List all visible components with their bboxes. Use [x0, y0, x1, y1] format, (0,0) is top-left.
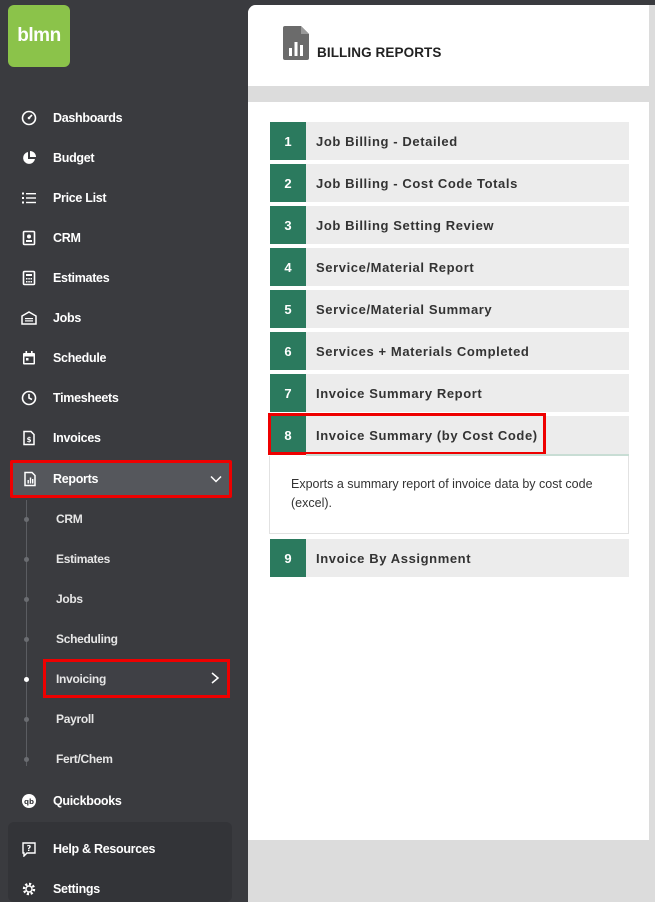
nav-invoices[interactable]: $ Invoices [0, 418, 248, 458]
nav-label: Budget [53, 151, 95, 165]
report-label: Services + Materials Completed [316, 343, 530, 359]
report-number: 1 [270, 122, 306, 160]
contact-card-icon [20, 230, 37, 247]
nav-label: Help & Resources [53, 842, 156, 856]
report-row[interactable]: 6 Services + Materials Completed [270, 332, 629, 370]
nav-label: Jobs [53, 311, 81, 325]
report-label: Invoice Summary Report [316, 385, 483, 401]
report-row[interactable]: 4 Service/Material Report [270, 248, 629, 286]
report-label: Job Billing - Cost Code Totals [316, 175, 518, 191]
nav-help-resources[interactable]: ? Help & Resources [0, 829, 248, 869]
submenu-dot [24, 557, 29, 562]
report-description-panel: Exports a summary report of invoice data… [269, 456, 629, 534]
submenu-label: Fert/Chem [56, 752, 113, 766]
report-number: 3 [270, 206, 306, 244]
report-document-icon [283, 26, 309, 60]
invoice-icon: $ [20, 430, 37, 447]
submenu-jobs[interactable]: Jobs [0, 579, 248, 619]
nav-label: Dashboards [53, 111, 123, 125]
submenu-dot [24, 637, 29, 642]
nav-budget[interactable]: Budget [0, 138, 248, 178]
help-icon: ? [20, 841, 37, 858]
submenu-crm[interactable]: CRM [0, 499, 248, 539]
gear-icon [20, 881, 37, 898]
report-row[interactable]: 2 Job Billing - Cost Code Totals [270, 164, 629, 202]
report-row[interactable]: 9 Invoice By Assignment [270, 539, 629, 577]
report-icon [21, 471, 38, 488]
report-row[interactable]: 7 Invoice Summary Report [270, 374, 629, 412]
nav-reports[interactable]: Reports [10, 460, 232, 498]
report-label: Job Billing - Detailed [316, 133, 458, 149]
submenu-label: CRM [56, 512, 83, 526]
report-number: 8 [270, 416, 306, 454]
submenu-payroll[interactable]: Payroll [0, 699, 248, 739]
app-logo[interactable]: blmn [8, 5, 70, 67]
page-header: BILLING REPORTS [248, 5, 649, 86]
svg-text:qb: qb [23, 798, 33, 806]
nav-quickbooks[interactable]: qb Quickbooks [0, 781, 248, 821]
clock-icon [20, 390, 37, 407]
submenu-label: Scheduling [56, 632, 118, 646]
quickbooks-icon: qb [20, 793, 37, 810]
nav-crm[interactable]: CRM [0, 218, 248, 258]
submenu-dot [24, 757, 29, 762]
submenu-label: Payroll [56, 712, 94, 726]
submenu-label: Estimates [56, 552, 110, 566]
nav-label: Invoices [53, 431, 101, 445]
list-icon [20, 190, 37, 207]
submenu-dot [24, 717, 29, 722]
svg-text:$: $ [26, 436, 31, 444]
report-description: Exports a summary report of invoice data… [291, 477, 593, 510]
report-label: Service/Material Summary [316, 301, 493, 317]
nav-jobs[interactable]: Jobs [0, 298, 248, 338]
nav-label: Price List [53, 191, 107, 205]
nav-estimates[interactable]: Estimates [0, 258, 248, 298]
nav-timesheets[interactable]: Timesheets [0, 378, 248, 418]
nav-settings[interactable]: Settings [0, 869, 248, 902]
report-row[interactable]: 3 Job Billing Setting Review [270, 206, 629, 244]
submenu-estimates[interactable]: Estimates [0, 539, 248, 579]
nav-label: Settings [53, 882, 100, 896]
chevron-down-icon[interactable] [209, 472, 223, 486]
submenu-dot [24, 597, 29, 602]
report-label: Invoice By Assignment [316, 550, 472, 566]
nav-label: Schedule [53, 351, 107, 365]
report-number: 7 [270, 374, 306, 412]
garage-icon [20, 310, 37, 327]
submenu-dot [24, 517, 29, 522]
nav-label: Reports [53, 472, 99, 486]
report-number: 6 [270, 332, 306, 370]
report-row[interactable]: 1 Job Billing - Detailed [270, 122, 629, 160]
gauge-icon [20, 110, 37, 127]
report-label: Invoice Summary (by Cost Code) [316, 427, 538, 443]
nav-label: Quickbooks [53, 794, 122, 808]
nav-label: Timesheets [53, 391, 119, 405]
report-row[interactable]: 5 Service/Material Summary [270, 290, 629, 328]
submenu-fert-chem[interactable]: Fert/Chem [0, 739, 248, 779]
nav-label: Estimates [53, 271, 110, 285]
report-label: Service/Material Report [316, 259, 475, 275]
pie-chart-icon [20, 150, 37, 167]
submenu-label: Invoicing [56, 672, 106, 686]
calendar-icon [20, 350, 37, 367]
report-row-expanded[interactable]: 8 Invoice Summary (by Cost Code) [270, 416, 629, 454]
report-number: 4 [270, 248, 306, 286]
report-number: 2 [270, 164, 306, 202]
report-label: Job Billing Setting Review [316, 217, 495, 233]
submenu-dot [24, 677, 29, 682]
svg-text:?: ? [26, 844, 31, 853]
report-number: 5 [270, 290, 306, 328]
calculator-icon [20, 270, 37, 287]
report-number: 9 [270, 539, 306, 577]
submenu-invoicing[interactable]: Invoicing [0, 659, 248, 699]
nav-label: CRM [53, 231, 81, 245]
nav-dashboards[interactable]: Dashboards [0, 98, 248, 138]
submenu-label: Jobs [56, 592, 83, 606]
nav-schedule[interactable]: Schedule [0, 338, 248, 378]
sidebar: blmn Dashboards Budget Price List CRM Es… [0, 0, 248, 902]
submenu-scheduling[interactable]: Scheduling [0, 619, 248, 659]
page-title: BILLING REPORTS [317, 45, 442, 60]
nav-price-list[interactable]: Price List [0, 178, 248, 218]
